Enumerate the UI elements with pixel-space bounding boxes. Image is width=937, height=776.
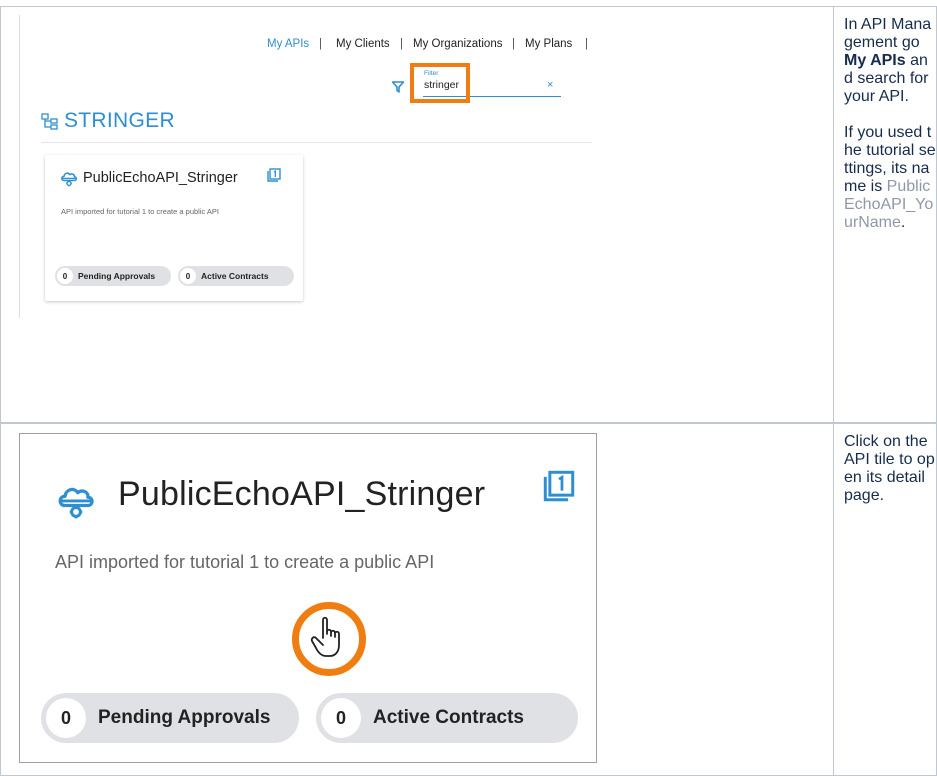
nav-my-plans[interactable]: My Plans [525,38,572,50]
my-apis-emphasis: My APIs [844,52,906,69]
api-tile-description: API imported for tutorial 1 to create a … [55,552,435,572]
active-contracts-count: 0 [180,268,196,284]
filter-funnel-icon[interactable] [392,81,404,93]
nav-separator: | [585,38,588,50]
pending-approvals-pill[interactable]: 0 Pending Approvals [55,266,171,286]
active-contracts-pill[interactable]: 0 Active Contracts [316,693,578,743]
step-2-instructions: Click on the API tile to open its detail… [844,433,936,523]
hand-pointer-icon [310,616,340,657]
nav-my-clients[interactable]: My Clients [336,38,390,50]
nav-my-organizations[interactable]: My Organizations [413,38,502,50]
close-icon[interactable]: × [547,79,553,91]
pending-approvals-count: 0 [46,698,86,738]
active-contracts-count: 0 [321,698,361,738]
api-tile[interactable]: PublicEchoAPI_Stringer API imported for … [45,155,303,301]
cloud-api-icon [61,172,78,187]
table-top-border [0,6,937,7]
table-left-border [0,6,1,776]
pending-approvals-count: 0 [57,268,73,284]
organization-tree-icon [41,112,58,130]
filter-highlight-box [410,63,470,103]
organization-title: STRINGER [41,107,175,135]
step-2-paragraph: Click on the API tile to open its detail… [844,433,935,504]
row-divider [0,422,937,424]
active-contracts-pill[interactable]: 0 Active Contracts [178,266,294,286]
active-contracts-label: Active Contracts [373,707,524,728]
top-navigation: My APIs | My Clients | My Organizations … [19,36,592,56]
api-tile-zoomed-screenshot[interactable]: PublicEchoAPI_Stringer API imported for … [19,433,597,763]
active-contracts-label: Active Contracts [201,271,269,281]
my-apis-screenshot: My APIs | My Clients | My Organizations … [19,15,592,318]
step-1-note: If you used the tutorial settings, its n… [844,124,936,231]
api-tile-description: API imported for tutorial 1 to create a … [61,207,219,216]
step-1-instructions: In API Management go My APIs and search … [844,16,936,250]
count-badge-icon[interactable] [543,470,575,502]
column-divider [833,6,834,776]
cloud-api-icon [58,487,94,519]
instruction-table: My APIs | My Clients | My Organizations … [0,0,937,776]
api-tile-name: PublicEchoAPI_Stringer [118,475,486,513]
nav-separator: | [319,38,322,50]
nav-my-apis[interactable]: My APIs [267,38,309,50]
step-1-paragraph: In API Management go My APIs and search … [844,16,932,105]
api-tile-name: PublicEchoAPI_Stringer [83,170,238,186]
pending-approvals-pill[interactable]: 0 Pending Approvals [41,693,299,743]
pending-approvals-label: Pending Approvals [78,271,156,281]
pending-approvals-label: Pending Approvals [98,707,271,728]
count-badge-icon[interactable] [267,168,281,182]
nav-separator: | [512,38,515,50]
nav-separator: | [400,38,403,50]
organization-name: STRINGER [64,109,175,132]
